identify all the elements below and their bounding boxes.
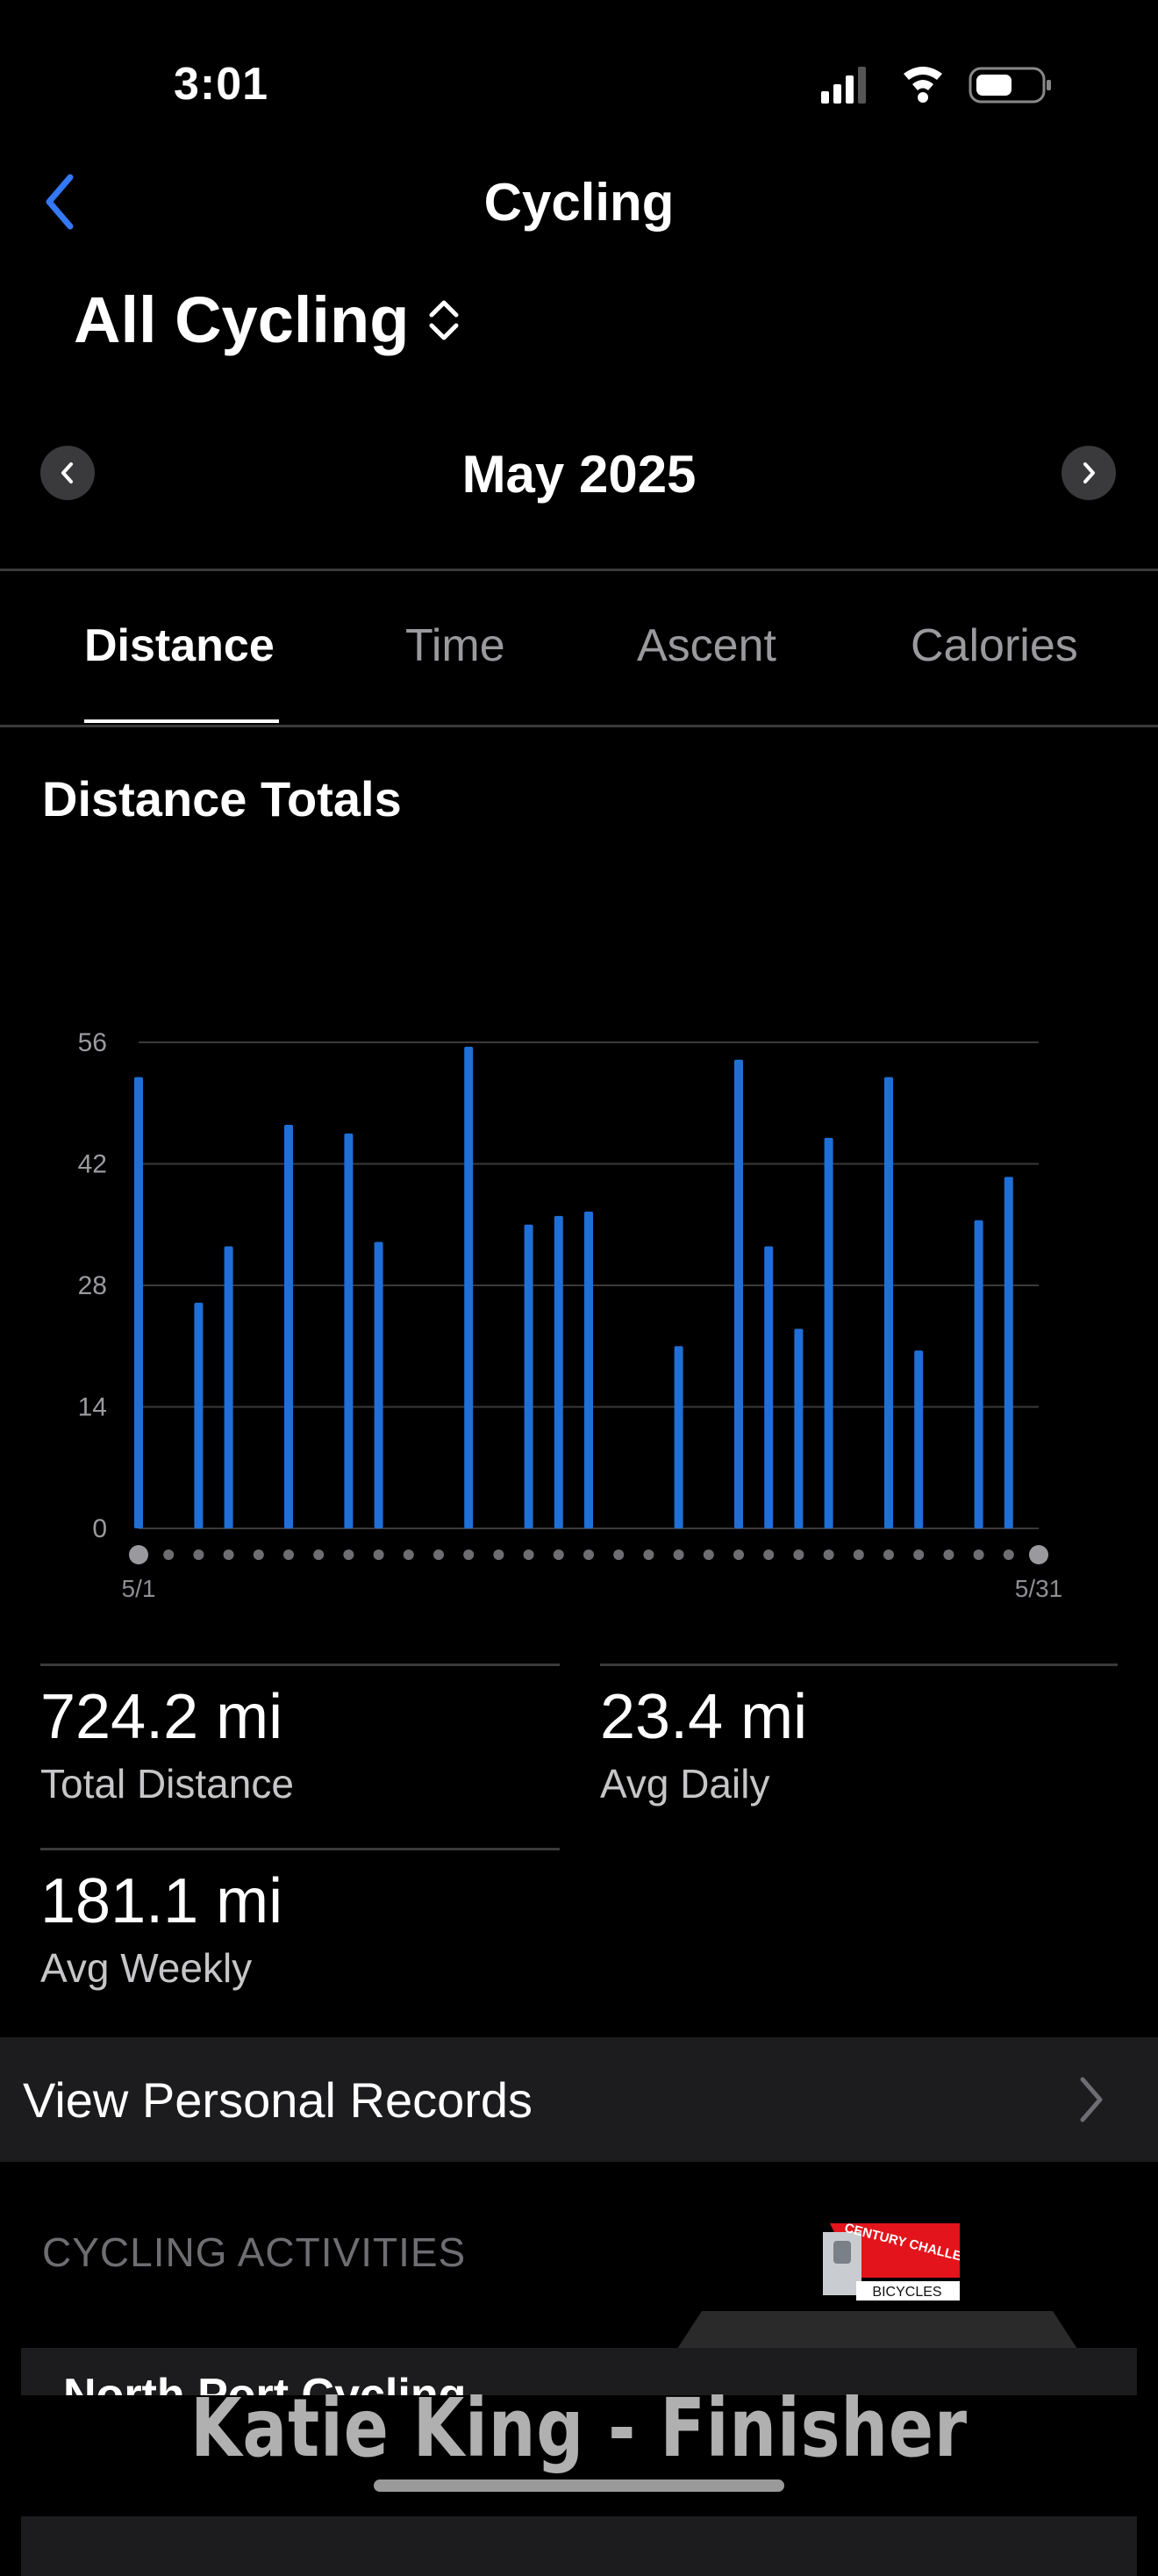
finisher-caption: Katie King - Finisher xyxy=(190,2381,968,2475)
bar xyxy=(284,1124,293,1528)
day-dot xyxy=(673,1549,684,1560)
day-dot xyxy=(193,1549,204,1560)
day-dot xyxy=(943,1549,954,1560)
bar xyxy=(524,1224,533,1528)
bar xyxy=(194,1302,204,1528)
up-down-chevron-icon xyxy=(429,300,459,340)
divider xyxy=(0,569,1158,571)
bar xyxy=(1004,1177,1013,1528)
view-personal-records-button[interactable]: View Personal Records xyxy=(0,2037,1158,2162)
chevron-right-icon xyxy=(1080,2077,1103,2122)
day-dot xyxy=(703,1549,714,1560)
decorative-band xyxy=(0,2311,1158,2351)
bar xyxy=(794,1328,804,1528)
signal-icon xyxy=(821,67,866,104)
bar xyxy=(974,1220,983,1528)
y-tick-label: 28 xyxy=(78,1271,107,1300)
bar xyxy=(374,1241,383,1528)
bar xyxy=(764,1246,774,1528)
nav-title: Cycling xyxy=(483,173,675,232)
day-dot xyxy=(129,1545,148,1564)
day-dot xyxy=(493,1549,504,1560)
day-dot xyxy=(643,1549,654,1560)
day-dot xyxy=(313,1549,325,1560)
divider xyxy=(40,1848,560,1850)
x-tick-label: 5/31 xyxy=(1015,1575,1063,1602)
total-distance-value: 724.2 mi xyxy=(40,1682,283,1752)
chevron-right-icon xyxy=(1083,462,1095,483)
activity-type-selector[interactable]: All Cycling xyxy=(74,283,463,357)
century-challenge-badge: CENTURY CHALLENGE BICYCLES xyxy=(821,2221,990,2302)
day-dot xyxy=(973,1549,984,1560)
day-dot xyxy=(583,1549,594,1560)
tab-calories[interactable]: Calories xyxy=(911,619,1078,672)
battery-icon xyxy=(969,67,1051,104)
day-dot xyxy=(523,1549,534,1560)
home-indicator[interactable] xyxy=(374,2479,784,2492)
x-tick-label: 5/1 xyxy=(122,1575,156,1602)
month-label: May 2025 xyxy=(461,445,697,504)
day-dot xyxy=(1003,1549,1014,1560)
bar xyxy=(224,1246,233,1528)
bar xyxy=(554,1215,563,1528)
day-dot xyxy=(253,1549,264,1560)
day-dot xyxy=(553,1549,564,1560)
day-dot xyxy=(733,1549,744,1560)
section-title: Distance Totals xyxy=(42,771,402,826)
day-dot xyxy=(823,1549,834,1560)
day-dot xyxy=(883,1549,894,1560)
bar xyxy=(344,1133,354,1528)
bar xyxy=(584,1211,593,1528)
day-dot xyxy=(853,1549,864,1560)
day-dot xyxy=(613,1549,625,1560)
tab-time[interactable]: Time xyxy=(405,619,505,672)
bar xyxy=(824,1137,833,1528)
avg-weekly-value: 181.1 mi xyxy=(40,1866,283,1936)
total-distance-label: Total Distance xyxy=(40,1761,294,1807)
day-dot xyxy=(403,1549,414,1560)
y-tick-label: 42 xyxy=(78,1150,107,1179)
avg-daily-value: 23.4 mi xyxy=(600,1682,808,1752)
bar xyxy=(914,1350,924,1528)
bar xyxy=(674,1346,683,1528)
day-dot xyxy=(433,1549,444,1560)
day-dot xyxy=(373,1549,384,1560)
distance-bar-chart: 0 14 28 42 56 5/1 5/31 xyxy=(78,1028,1063,1602)
divider xyxy=(0,725,1158,727)
bar xyxy=(464,1046,474,1528)
activities-section-header: CYCLING ACTIVITIES xyxy=(42,2229,467,2275)
tab-distance[interactable]: Distance xyxy=(84,619,275,672)
bar xyxy=(734,1059,743,1528)
personal-records-label: View Personal Records xyxy=(23,2072,533,2128)
wifi-icon xyxy=(904,67,942,103)
y-tick-label: 56 xyxy=(78,1028,107,1057)
day-dot xyxy=(913,1549,925,1560)
y-tick-label: 14 xyxy=(78,1393,107,1422)
day-dot xyxy=(223,1549,234,1560)
divider xyxy=(40,1664,560,1666)
day-dot xyxy=(283,1549,294,1560)
bar xyxy=(884,1077,893,1528)
activity-type-label: All Cycling xyxy=(74,283,410,356)
promo-line2: BICYCLES xyxy=(872,2285,941,2300)
day-dot xyxy=(463,1549,475,1560)
tab-ascent[interactable]: Ascent xyxy=(637,619,776,672)
status-icons xyxy=(821,67,1051,104)
day-dot xyxy=(343,1549,354,1560)
avg-daily-label: Avg Daily xyxy=(600,1761,770,1807)
day-dot xyxy=(763,1549,775,1560)
bar xyxy=(134,1077,143,1528)
divider xyxy=(600,1664,1118,1666)
avg-weekly-label: Avg Weekly xyxy=(40,1945,253,1991)
y-tick-label: 0 xyxy=(92,1514,107,1543)
next-month-button[interactable] xyxy=(1062,446,1116,500)
status-time: 3:01 xyxy=(174,59,269,110)
day-dot xyxy=(793,1549,804,1560)
day-dot xyxy=(163,1549,175,1560)
day-dot xyxy=(1029,1545,1048,1564)
active-tab-indicator xyxy=(84,719,279,723)
